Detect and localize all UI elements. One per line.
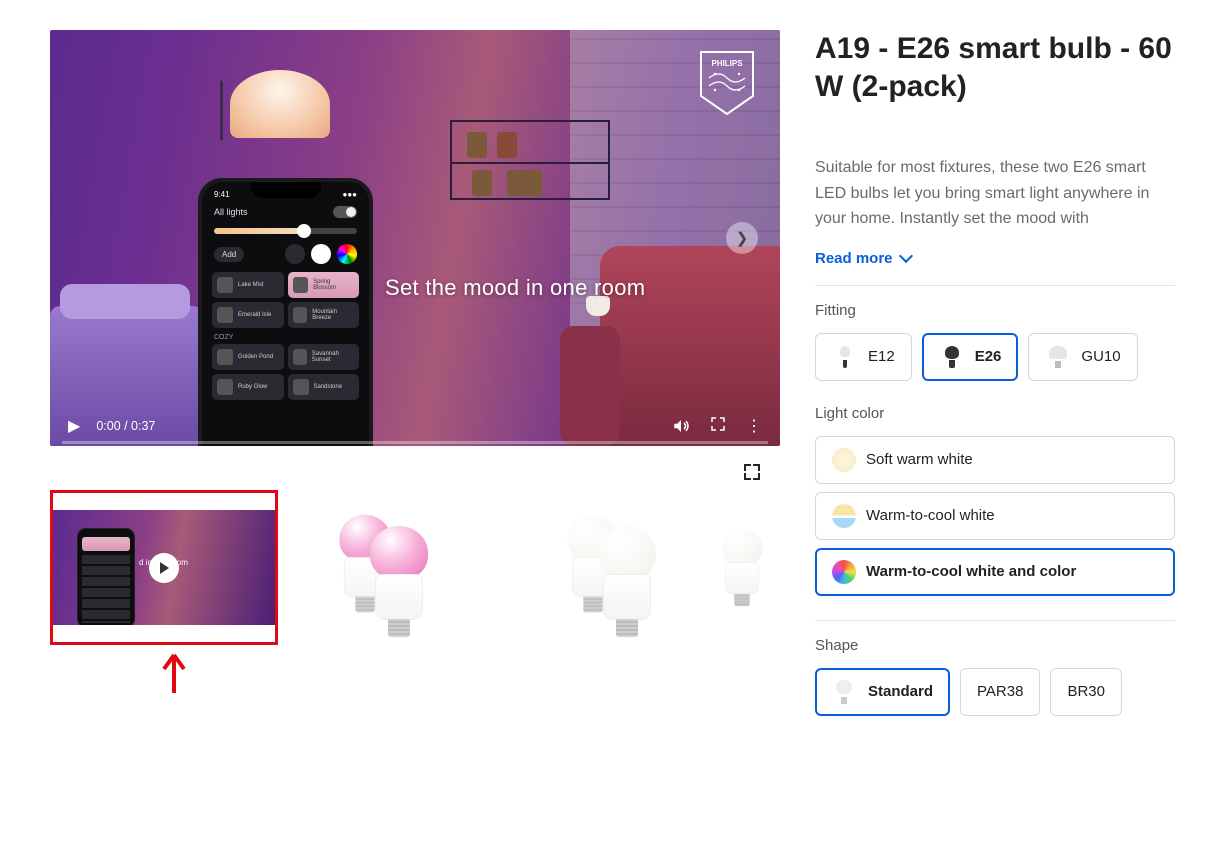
chevron-down-icon [898,249,912,263]
video-next-button[interactable]: ❯ [726,222,758,254]
video-time: 0:00 / 0:37 [96,419,155,433]
light-color-option-color[interactable]: Warm-to-cool white and color [815,548,1175,596]
shape-option-par38[interactable]: PAR38 [960,668,1040,716]
phone-time: 9:41 [214,190,230,199]
video-progress[interactable] [62,441,768,444]
fullscreen-icon[interactable] [710,416,726,436]
shape-options: Standard PAR38 BR30 [815,668,1175,716]
product-description: Suitable for most fixtures, these two E2… [815,155,1175,232]
shape-standard-icon [832,679,858,705]
bulb-e12-icon [832,344,858,370]
philips-badge-icon: PHILIPS [699,50,755,116]
gallery-fullscreen-icon[interactable] [744,464,760,480]
fitting-label: Fitting [815,302,1175,319]
gallery-thumbnails: d in one room [50,490,780,645]
read-more-link[interactable]: Read more [815,250,1175,267]
thumbnail-white-bulbs[interactable] [505,490,732,645]
video-tagline: Set the mood in one room [385,275,645,301]
thumbnail-video[interactable]: d in one room [50,490,278,645]
swatch-rgb-icon [832,560,856,584]
shape-label: Shape [815,637,1175,654]
swatch-soft-icon [832,448,856,472]
thumbnail-pink-bulbs[interactable] [278,490,505,645]
shape-option-br30[interactable]: BR30 [1050,668,1122,716]
bulb-gu10-icon [1045,344,1071,370]
thumbnail-spec[interactable] [733,490,780,645]
more-icon[interactable]: ⋮ [746,416,762,436]
light-color-option-soft[interactable]: Soft warm white [815,436,1175,484]
product-title: A19 - E26 smart bulb - 60 W (2-pack) [815,30,1175,105]
shape-option-standard[interactable]: Standard [815,668,950,716]
light-color-options: Soft warm white Warm-to-cool white Warm-… [815,436,1175,596]
video-scene: 9:41●●● All lights Add Lake Mist Spring … [50,30,780,446]
play-icon[interactable]: ▶ [68,416,80,436]
light-color-label: Light color [815,405,1175,422]
svg-text:PHILIPS: PHILIPS [711,59,743,68]
fitting-option-e26[interactable]: E26 [922,333,1019,381]
bulb-e26-icon [939,344,965,370]
swatch-warmcool-icon [832,504,856,528]
fitting-options: E12 E26 GU10 [815,333,1175,381]
phone-header: All lights [214,207,248,217]
volume-icon[interactable] [672,417,690,435]
fitting-option-gu10[interactable]: GU10 [1028,333,1137,381]
annotation-arrow-icon [158,653,780,702]
play-icon [149,553,179,583]
video-controls: ▶ 0:00 / 0:37 ⋮ [50,406,780,446]
product-video-player[interactable]: 9:41●●● All lights Add Lake Mist Spring … [50,30,780,446]
phone-add: Add [214,247,244,262]
fitting-option-e12[interactable]: E12 [815,333,912,381]
light-color-option-warmcool[interactable]: Warm-to-cool white [815,492,1175,540]
